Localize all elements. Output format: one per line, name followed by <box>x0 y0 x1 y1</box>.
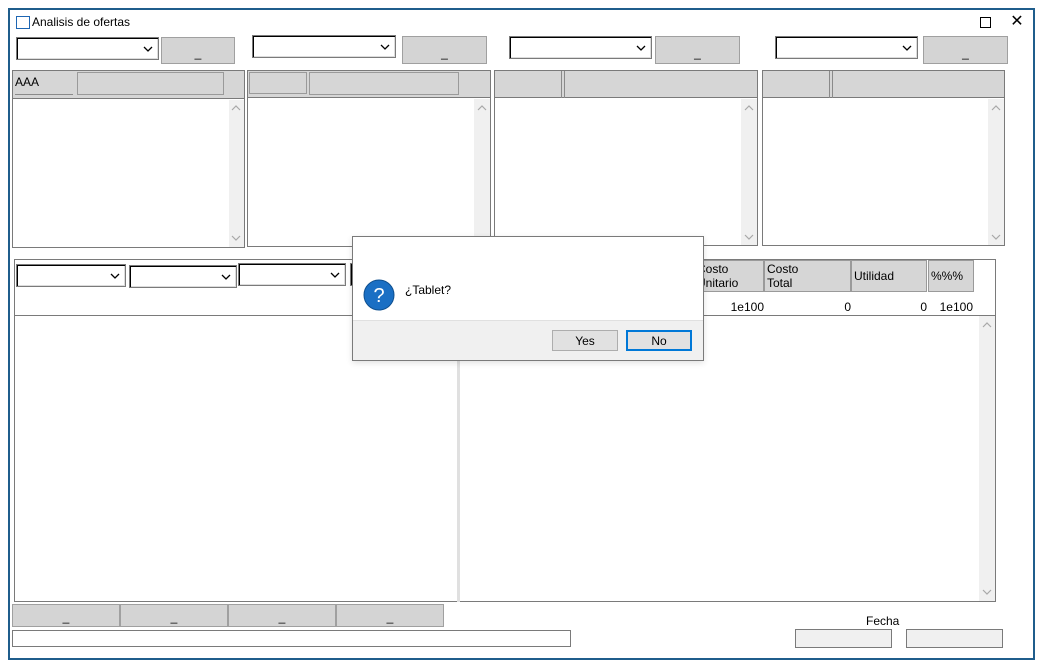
header-line: Total <box>767 276 793 290</box>
bottom-tab-1[interactable]: _ <box>12 604 120 627</box>
chevron-down-icon <box>330 272 340 278</box>
close-button[interactable]: ✕ <box>1008 12 1026 30</box>
header-label: %%% <box>931 269 964 283</box>
tab-label: _ <box>386 610 394 624</box>
column-divider <box>829 71 830 98</box>
panel-header <box>495 71 757 98</box>
app-icon <box>16 16 30 29</box>
column-header[interactable] <box>309 72 459 95</box>
column-divider <box>832 71 833 98</box>
scroll-up-icon[interactable] <box>744 104 754 112</box>
panel-header-label: AAA <box>15 75 73 95</box>
tab-label: _ <box>170 610 178 624</box>
chevron-down-icon <box>380 44 390 50</box>
close-icon: ✕ <box>1010 13 1024 30</box>
fecha-label: Fecha <box>866 614 900 628</box>
top-button-2[interactable]: _ <box>402 36 487 64</box>
button-label: _ <box>441 46 448 60</box>
list-panel-1[interactable]: AAA <box>12 70 245 248</box>
grid-cell[interactable]: 1e100 <box>694 300 764 314</box>
no-button[interactable]: No <box>626 330 692 351</box>
scroll-down-icon[interactable] <box>231 234 241 242</box>
grid-vertical-scrollbar[interactable] <box>979 316 995 601</box>
grid-header-percent[interactable]: %%% <box>928 260 974 292</box>
header-line: Unitario <box>697 276 739 290</box>
scroll-up-icon[interactable] <box>477 104 487 112</box>
header-line: Costo <box>697 262 729 276</box>
dialog-message: ¿Tablet? <box>405 283 452 297</box>
scroll-up-icon[interactable] <box>982 321 992 329</box>
window-title: Analisis de ofertas <box>32 15 131 29</box>
grid-cell[interactable]: 1e100 <box>928 300 973 314</box>
list-panel-4[interactable] <box>762 70 1005 246</box>
detail-combo-1[interactable] <box>16 264 126 287</box>
chevron-down-icon <box>221 274 231 280</box>
maximize-icon <box>979 16 991 28</box>
confirm-dialog: ? ¿Tablet? Yes No <box>352 236 704 361</box>
scroll-down-icon[interactable] <box>982 588 992 596</box>
question-icon: ? <box>363 279 395 311</box>
date-to-field[interactable] <box>906 629 1003 648</box>
list-panel-3[interactable] <box>494 70 758 246</box>
filter-combo-4[interactable] <box>775 36 918 59</box>
top-button-1[interactable]: _ <box>161 37 235 64</box>
maximize-button[interactable] <box>976 13 994 31</box>
bottom-tab-3[interactable]: _ <box>228 604 336 627</box>
filter-combo-1[interactable] <box>16 37 159 60</box>
column-header[interactable] <box>249 72 307 94</box>
grid-header-utilidad[interactable]: Utilidad <box>851 260 927 292</box>
vertical-scrollbar[interactable] <box>988 99 1004 245</box>
vertical-scrollbar[interactable] <box>474 99 490 246</box>
vertical-scrollbar[interactable] <box>229 100 244 247</box>
grid-cell[interactable]: 0 <box>764 300 851 314</box>
button-label: _ <box>694 46 701 60</box>
grid-header-costo-unitario[interactable]: Costo Unitario <box>694 260 764 292</box>
date-from-field[interactable] <box>795 629 892 648</box>
panel-header <box>763 71 1004 98</box>
scroll-down-icon[interactable] <box>991 233 1001 241</box>
button-label: _ <box>962 46 969 60</box>
chevron-down-icon <box>143 46 153 52</box>
filter-combo-3[interactable] <box>509 36 652 59</box>
list-panel-2[interactable] <box>247 70 491 247</box>
filter-combo-2[interactable] <box>252 35 396 58</box>
yes-button[interactable]: Yes <box>552 330 618 351</box>
header-label: Utilidad <box>854 269 895 283</box>
vertical-scrollbar[interactable] <box>741 99 757 245</box>
chevron-down-icon <box>110 273 120 279</box>
tab-label: _ <box>62 610 70 624</box>
grid-header-costo-total[interactable]: Costo Total <box>764 260 851 292</box>
dialog-footer: Yes No <box>353 320 703 360</box>
button-label: _ <box>194 46 202 60</box>
svg-text:?: ? <box>373 285 384 307</box>
chevron-down-icon <box>636 45 646 51</box>
grid-cell[interactable]: 0 <box>851 300 927 314</box>
status-field[interactable] <box>12 630 571 647</box>
chevron-down-icon <box>902 45 912 51</box>
scroll-down-icon[interactable] <box>744 233 754 241</box>
top-button-4[interactable]: _ <box>923 36 1008 64</box>
detail-combo-2[interactable] <box>129 265 237 288</box>
header-line: Costo <box>767 262 799 276</box>
scroll-up-icon[interactable] <box>991 104 1001 112</box>
detail-combo-3[interactable] <box>238 263 346 286</box>
column-header[interactable] <box>77 72 224 95</box>
scroll-up-icon[interactable] <box>231 104 241 112</box>
bottom-tab-4[interactable]: _ <box>336 604 444 627</box>
tab-label: _ <box>278 610 286 624</box>
column-divider <box>561 71 562 98</box>
top-button-3[interactable]: _ <box>655 36 740 64</box>
bottom-tab-2[interactable]: _ <box>120 604 228 627</box>
column-divider <box>564 71 565 98</box>
